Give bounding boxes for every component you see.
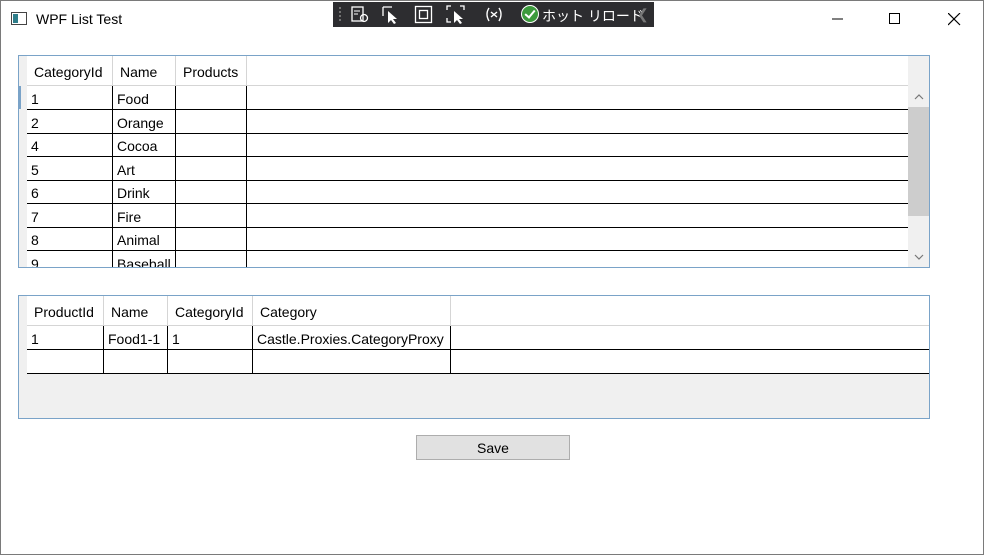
cell-products[interactable]	[176, 251, 247, 267]
save-button[interactable]: Save	[416, 435, 570, 460]
table-row[interactable]: 5 Art	[27, 157, 908, 181]
cell-categoryid[interactable]: 5	[27, 157, 113, 180]
cell-products[interactable]	[176, 86, 247, 109]
app-icon	[11, 12, 27, 25]
collapse-toolbar-icon[interactable]: ❮	[637, 6, 649, 23]
cell-productid[interactable]	[27, 350, 104, 373]
window-title: WPF List Test	[36, 11, 123, 27]
table-row[interactable]: 4 Cocoa	[27, 133, 908, 157]
cell-name[interactable]: Fire	[113, 204, 176, 227]
cell-products[interactable]	[176, 157, 247, 180]
table-row[interactable]: 9 Baseball	[27, 251, 908, 267]
column-header-productid[interactable]: ProductId	[27, 296, 104, 325]
toolbar-grip[interactable]	[338, 6, 342, 23]
cell-name[interactable]: Cocoa	[113, 133, 176, 156]
live-visual-tree-button[interactable]	[349, 4, 371, 25]
adorner-icon	[414, 5, 433, 24]
cell-name[interactable]: Art	[113, 157, 176, 180]
close-button[interactable]	[931, 1, 977, 37]
cell-categoryid[interactable]: 9	[27, 251, 113, 267]
cell-category[interactable]: Castle.Proxies.CategoryProxy	[253, 326, 451, 349]
maximize-icon	[889, 13, 900, 24]
cell-categoryid[interactable]: 2	[27, 110, 113, 133]
table-row[interactable]: 1 Food	[27, 86, 908, 110]
cell-name[interactable]: Animal	[113, 227, 176, 250]
close-icon	[948, 13, 961, 26]
categories-datagrid[interactable]: CategoryId Name Products 1 Food 2 Orange…	[18, 55, 930, 268]
table-row[interactable]: 1 Food1-1 1 Castle.Proxies.CategoryProxy	[27, 326, 929, 350]
visual-tree-icon	[351, 6, 369, 23]
maximize-button[interactable]	[872, 1, 918, 37]
categories-vertical-scrollbar[interactable]	[908, 56, 929, 267]
cell-name[interactable]: Food1-1	[104, 326, 168, 349]
column-header-products[interactable]: Products	[176, 56, 247, 85]
table-row[interactable]: 7 Fire	[27, 204, 908, 228]
table-row[interactable]: 8 Animal	[27, 227, 908, 251]
focus-track-icon	[446, 5, 465, 24]
cell-products[interactable]	[176, 133, 247, 156]
categories-header-row: CategoryId Name Products	[27, 56, 908, 86]
cell-categoryid[interactable]	[168, 350, 253, 373]
column-header-name[interactable]: Name	[113, 56, 176, 85]
cell-categoryid[interactable]: 8	[27, 227, 113, 250]
wpf-debug-toolbar: ホット リロード ❮	[333, 2, 654, 27]
row-selection-indicator	[19, 86, 21, 109]
cell-categoryid[interactable]: 1	[168, 326, 253, 349]
cell-products[interactable]	[176, 110, 247, 133]
cell-categoryid[interactable]: 7	[27, 204, 113, 227]
products-rows: 1 Food1-1 1 Castle.Proxies.CategoryProxy	[27, 326, 929, 374]
column-header-categoryid[interactable]: CategoryId	[168, 296, 253, 325]
cell-products[interactable]	[176, 204, 247, 227]
minimize-icon	[832, 18, 843, 20]
minimize-button[interactable]	[815, 1, 861, 37]
column-header-categoryid[interactable]: CategoryId	[27, 56, 113, 85]
products-datagrid[interactable]: ProductId Name CategoryId Category 1 Foo…	[18, 295, 930, 419]
cursor-select-icon	[382, 6, 397, 24]
cell-name[interactable]: Drink	[113, 180, 176, 203]
cell-categoryid[interactable]: 4	[27, 133, 113, 156]
column-header-name[interactable]: Name	[104, 296, 168, 325]
products-header-row: ProductId Name CategoryId Category	[27, 296, 929, 326]
cell-products[interactable]	[176, 180, 247, 203]
select-element-button[interactable]	[380, 4, 402, 25]
display-adorners-button[interactable]	[413, 4, 435, 25]
scroll-up-icon[interactable]	[914, 92, 924, 102]
scrollbar-thumb[interactable]	[908, 107, 929, 216]
scroll-down-icon[interactable]	[914, 252, 924, 262]
table-row[interactable]: 2 Orange	[27, 110, 908, 134]
track-focused-element-button[interactable]	[445, 4, 467, 25]
cell-name[interactable]: Baseball	[113, 251, 176, 267]
app-window: WPF List Test ホット リロード ❮ CategoryId Name…	[0, 0, 984, 555]
hot-reload-label[interactable]: ホット リロード	[542, 6, 644, 26]
table-row[interactable]: 6 Drink	[27, 180, 908, 204]
cell-categoryid[interactable]: 6	[27, 180, 113, 203]
cell-categoryid[interactable]: 1	[27, 86, 113, 109]
binding-failures-button[interactable]	[483, 4, 505, 25]
cell-name[interactable]: Orange	[113, 110, 176, 133]
hot-reload-check-icon	[521, 5, 539, 23]
cell-productid[interactable]: 1	[27, 326, 104, 349]
categories-rows: 1 Food 2 Orange 4 Cocoa 5 Art 6 Drink 7 …	[27, 86, 908, 267]
column-header-category[interactable]: Category	[253, 296, 451, 325]
cell-name[interactable]: Food	[113, 86, 176, 109]
cell-category[interactable]	[253, 350, 451, 373]
binding-icon	[486, 7, 502, 22]
new-item-row[interactable]	[27, 350, 929, 374]
cell-name[interactable]	[104, 350, 168, 373]
cell-products[interactable]	[176, 227, 247, 250]
